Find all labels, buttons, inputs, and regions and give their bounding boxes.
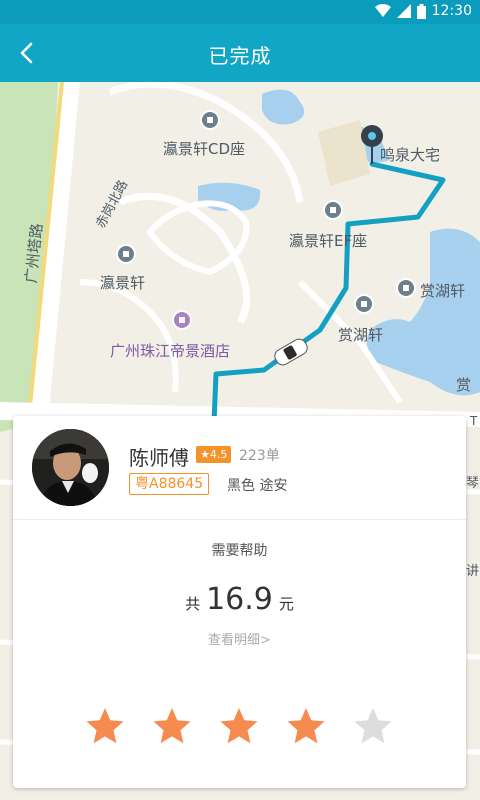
map-label-edge: 赏 — [456, 376, 472, 394]
driver-photo-icon — [32, 429, 109, 506]
driver-rating-badge: ★4.5 — [196, 446, 232, 463]
building-poi-icon — [323, 200, 343, 220]
wifi-icon — [374, 4, 391, 18]
battery-icon — [416, 3, 426, 19]
star-empty-icon[interactable] — [353, 706, 393, 746]
map-label-edge: T — [470, 414, 478, 428]
map-label-chx: 赏湖轩 — [338, 326, 384, 344]
map-label-mingquan: 鸣泉大宅 — [380, 146, 441, 164]
fare-total: 共 16.9 元 — [13, 582, 466, 617]
map-label-edge: 琴 — [466, 476, 480, 491]
map-label-cd: 瀛景轩CD座 — [163, 140, 246, 158]
status-bar: 12:30 — [0, 0, 480, 24]
fare-prefix: 共 — [185, 595, 201, 613]
map-label-edge: 讲 — [466, 564, 480, 579]
building-poi-icon — [354, 294, 374, 314]
building-poi-icon — [116, 244, 136, 264]
driver-order-count: 223单 — [239, 448, 280, 464]
divider — [13, 519, 466, 520]
map-label-chx-right: 赏湖轩 — [420, 282, 466, 300]
rating-stars — [85, 706, 393, 746]
star-filled-icon[interactable] — [286, 706, 326, 746]
star-filled-icon[interactable] — [219, 706, 259, 746]
driver-avatar — [32, 429, 109, 506]
fare-amount: 16.9 — [206, 582, 273, 617]
car-description: 黑色 途安 — [227, 478, 288, 494]
view-details-link[interactable]: 查看明细> — [13, 629, 466, 648]
app-header: 已完成 — [0, 24, 480, 82]
fare-unit: 元 — [278, 595, 294, 613]
building-poi-icon — [396, 278, 416, 298]
hotel-poi-icon — [172, 310, 192, 330]
building-poi-icon — [200, 110, 220, 130]
map-label-ef: 瀛景轩EF座 — [289, 232, 368, 250]
help-link[interactable]: 需要帮助 — [13, 540, 466, 560]
license-plate: 粤A88645 — [129, 473, 210, 495]
star-filled-icon[interactable] — [85, 706, 125, 746]
page-title: 已完成 — [208, 44, 272, 68]
signal-icon — [396, 4, 411, 18]
trip-summary-card: 陈师傅 ★4.5 223单 粤A88645 黑色 途安 需要帮助 共 16.9 元 … — [13, 416, 466, 788]
map-label-hotel: 广州珠江帝景酒店 — [110, 342, 231, 360]
status-time: 12:30 — [431, 3, 472, 19]
driver-name: 陈师傅 — [129, 446, 189, 470]
star-filled-icon[interactable] — [152, 706, 192, 746]
map-label-yjx: 瀛景轩 — [100, 274, 146, 292]
